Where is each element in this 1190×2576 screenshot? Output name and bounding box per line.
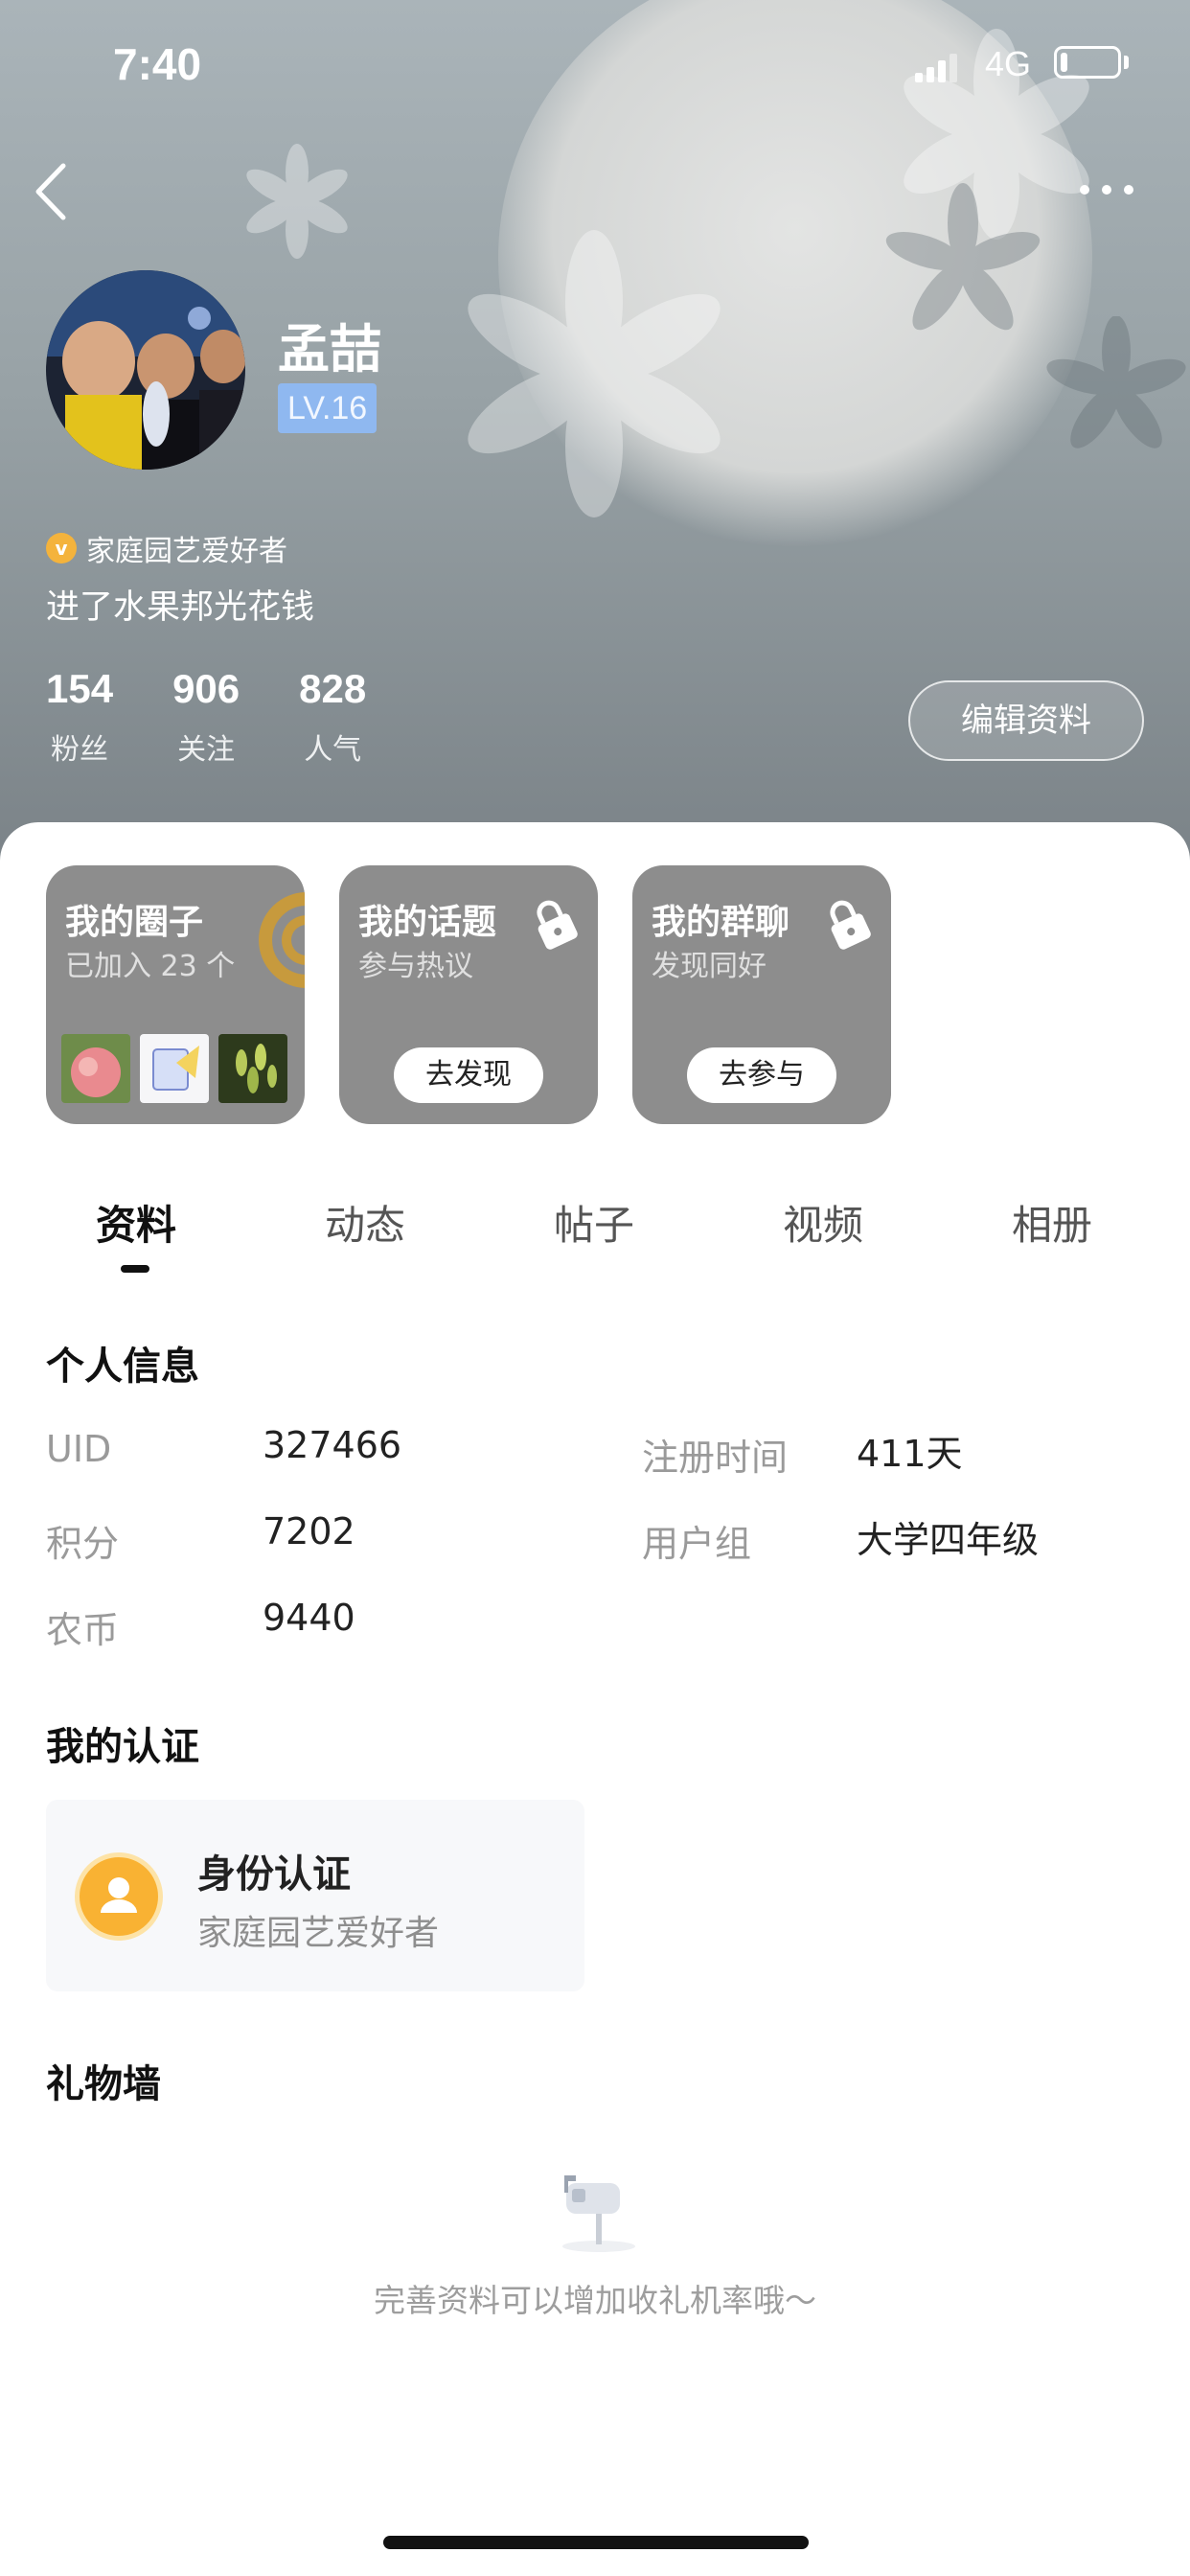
battery-level	[1061, 53, 1067, 72]
thumbnail-apple	[61, 1034, 130, 1103]
profile-header: 7:40 4G 孟喆 LV.16 v 家庭园艺爱好者 进了水果邦光花钱 154 …	[0, 0, 1190, 862]
network-type: 4G	[985, 44, 1032, 83]
stat-label: 人气	[304, 733, 362, 767]
username: 孟喆	[278, 319, 381, 380]
stat-label: 粉丝	[51, 733, 109, 767]
verified-badge-icon: v	[46, 533, 77, 564]
coins-label: 农币	[46, 1609, 120, 1651]
circle-thumbnails	[61, 1034, 287, 1103]
card-my-group-chats[interactable]: 我的群聊 发现同好 去参与	[632, 865, 891, 1124]
more-options-icon[interactable]	[1073, 172, 1140, 207]
signal-strength-icon	[915, 54, 957, 82]
discover-button[interactable]: 去发现	[394, 1047, 543, 1103]
user-group-label: 用户组	[642, 1523, 752, 1565]
card-title: 我的话题	[358, 903, 497, 942]
card-title: 我的群聊	[652, 903, 790, 942]
user-group-value: 大学四年级	[857, 1519, 1040, 1561]
card-my-circle[interactable]: 我的圈子 已加入 23 个	[46, 865, 305, 1124]
level-badge[interactable]: LV.16	[278, 383, 378, 433]
mailbox-icon	[562, 2175, 635, 2252]
back-arrow-icon[interactable]	[29, 158, 77, 225]
edit-profile-button[interactable]: 编辑资料	[908, 680, 1144, 761]
card-subtitle: 已加入 23 个	[65, 950, 236, 983]
certification-line[interactable]: v 家庭园艺爱好者	[46, 527, 287, 569]
coins-value: 9440	[263, 1597, 355, 1639]
lock-icon	[537, 900, 578, 950]
stat-following[interactable]: 906 关注	[172, 666, 240, 768]
certification-title: 家庭园艺爱好者	[86, 535, 287, 568]
tab-activity[interactable]: 动态	[288, 1193, 442, 1252]
card-subtitle: 参与热议	[358, 950, 473, 983]
circle-ring-icon	[259, 892, 305, 988]
gift-wall-empty-text: 完善资料可以增加收礼机率哦～	[374, 2282, 816, 2319]
tab-album[interactable]: 相册	[975, 1193, 1129, 1252]
points-label: 积分	[46, 1523, 120, 1565]
stat-popularity[interactable]: 828 人气	[299, 666, 366, 768]
flower-decoration-icon	[885, 183, 1041, 331]
card-my-topics[interactable]: 我的话题 参与热议 去发现	[339, 865, 598, 1124]
battery-icon	[1054, 46, 1121, 79]
avatar-photo	[46, 270, 245, 470]
register-time-value: 411天	[857, 1433, 963, 1475]
battery-tip	[1124, 56, 1129, 69]
profile-tabs: 资料 动态 帖子 视频 相册	[0, 1184, 1190, 1279]
identity-certification-card[interactable]: 身份认证 家庭园艺爱好者	[46, 1800, 584, 1991]
flower-decoration-icon	[468, 230, 721, 518]
uid-value: 327466	[263, 1424, 402, 1466]
join-button[interactable]: 去参与	[687, 1047, 836, 1103]
card-title: 我的圈子	[65, 903, 204, 942]
stat-value: 906	[172, 666, 240, 711]
home-indicator[interactable]	[383, 2536, 809, 2549]
points-value: 7202	[263, 1510, 355, 1552]
tab-profile[interactable]: 资料	[59, 1193, 213, 1252]
thumbnail-cartoon	[140, 1034, 209, 1103]
certification-card-subtitle: 家庭园艺爱好者	[197, 1914, 440, 1953]
gift-wall-title: 礼物墙	[46, 2062, 161, 2106]
tab-videos[interactable]: 视频	[746, 1193, 900, 1252]
stat-fans[interactable]: 154 粉丝	[46, 666, 113, 768]
stat-value: 828	[299, 666, 367, 711]
flower-decoration-icon	[246, 144, 348, 259]
personal-info-title: 个人信息	[46, 1345, 199, 1389]
certification-card-title: 身份认证	[197, 1852, 351, 1897]
thumbnail-plant	[218, 1034, 287, 1103]
uid-label: UID	[46, 1428, 112, 1470]
stat-label: 关注	[177, 733, 236, 767]
lock-icon	[830, 900, 871, 950]
card-subtitle: 发现同好	[652, 950, 767, 983]
stat-value: 154	[46, 666, 114, 711]
tab-posts[interactable]: 帖子	[517, 1193, 671, 1252]
flower-decoration-icon	[1046, 316, 1186, 448]
avatar[interactable]	[46, 270, 245, 470]
stats-row: 154 粉丝 906 关注 828 人气	[46, 666, 425, 768]
register-time-label: 注册时间	[642, 1437, 789, 1479]
active-tab-indicator	[121, 1265, 149, 1273]
user-icon	[75, 1852, 163, 1941]
status-time: 7:40	[113, 39, 202, 89]
certification-section-title: 我的认证	[46, 1725, 199, 1769]
status-bar: 7:40 4G	[0, 0, 1190, 126]
user-bio: 进了水果邦光花钱	[46, 588, 315, 627]
